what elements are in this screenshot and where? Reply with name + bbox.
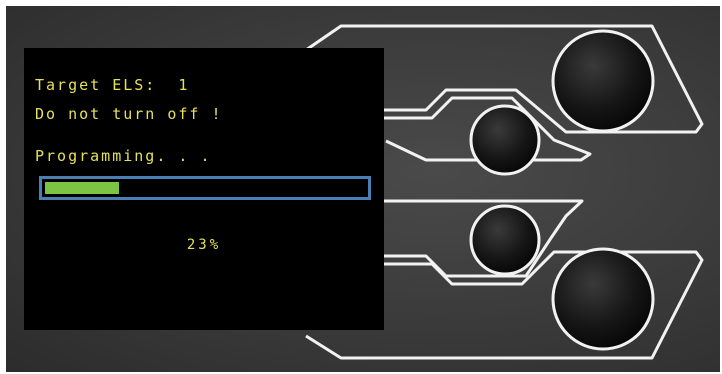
progress-percent: 23%: [186, 237, 222, 253]
progress-bar: [39, 176, 371, 200]
window-frame: Target ELS: 1 Do not turn off ! Programm…: [0, 0, 722, 374]
progress-bar-fill: [45, 182, 119, 194]
programming-screen: Target ELS: 1 Do not turn off ! Programm…: [24, 48, 384, 330]
warning-label: Do not turn off !: [35, 105, 223, 123]
status-label: Programming. . .: [35, 147, 212, 165]
target-label: Target ELS: 1: [35, 76, 190, 94]
